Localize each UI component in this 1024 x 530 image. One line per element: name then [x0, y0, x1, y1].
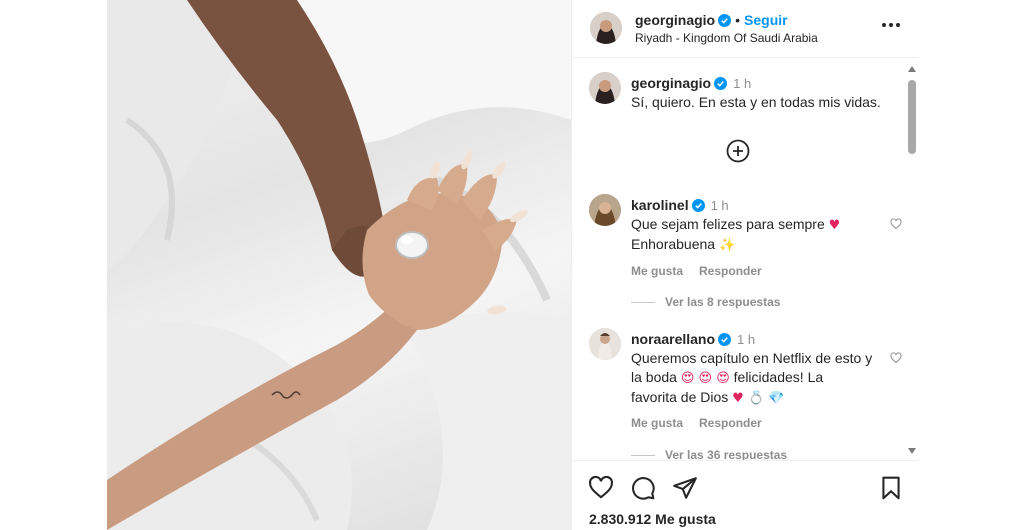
post-header: georginagio • Seguir Riyadh - Kingdom Of S… — [572, 0, 918, 58]
comment-reply-button[interactable]: Responder — [699, 264, 762, 278]
comment-text-line: Enhorabuena ✨ — [631, 235, 918, 255]
post-actions-bar: 2.830.912 Me gusta — [572, 460, 918, 530]
comment-heart-icon[interactable] — [890, 218, 902, 230]
caption-avatar-image — [589, 72, 621, 104]
comment-text: Enhorabuena — [631, 236, 716, 252]
comment-header: noraarellano 1 h — [631, 330, 918, 349]
scroll-up-arrow-icon[interactable] — [908, 66, 916, 72]
comment-header: karolinel 1 h — [631, 196, 918, 215]
follow-button[interactable]: Seguir — [744, 12, 788, 28]
verified-badge-icon — [718, 14, 732, 27]
heart-eyes-emojis: 😍 😍 😍 — [680, 371, 730, 386]
view-replies-button[interactable]: Ver las 36 respuestas — [631, 448, 787, 460]
comment-username[interactable]: noraarellano — [631, 331, 715, 347]
comment-avatar-image — [589, 328, 621, 360]
verified-badge-icon — [718, 333, 732, 346]
caption-header: georginagio 1 h — [631, 74, 918, 93]
comment-text-line: la boda 😍 😍 😍 felicidades! La — [631, 368, 918, 388]
scrollbar-thumb[interactable] — [908, 80, 916, 154]
comment-icon[interactable] — [630, 475, 656, 501]
post-location[interactable]: Riyadh - Kingdom Of Saudi Arabia — [635, 31, 818, 45]
more-options-icon[interactable] — [880, 18, 902, 32]
view-replies-button[interactable]: Ver las 8 respuestas — [631, 295, 780, 309]
comment-meta: Me gusta Responder — [631, 416, 918, 430]
comment-avatar-image — [589, 194, 621, 226]
comment-like-button[interactable]: Me gusta — [631, 264, 683, 278]
comment-noraarellano: noraarellano 1 h Queremos capítulo en Net… — [631, 330, 918, 430]
comment-username[interactable]: karolinel — [631, 197, 689, 213]
likes-count[interactable]: 2.830.912 Me gusta — [589, 511, 716, 527]
comments-section[interactable]: georginagio 1 h Sí, quiero. En esta y en … — [572, 58, 918, 460]
comment-text: Queremos capítulo en Netflix de esto y — [631, 350, 873, 366]
comment-text-line: favorita de Dios ♥ 💍 💎 — [631, 388, 918, 408]
comment-text: la boda — [631, 369, 677, 385]
post-details-panel: georginagio • Seguir Riyadh - Kingdom Of S… — [571, 0, 919, 530]
heart-icon[interactable] — [588, 475, 614, 501]
plus-circle-icon[interactable] — [726, 139, 750, 163]
bookmark-icon[interactable] — [878, 475, 904, 501]
post-photo — [107, 0, 571, 530]
comment-text: felicidades! La — [733, 369, 824, 385]
comment-avatar-karolinel[interactable] — [589, 194, 621, 226]
verified-badge-icon — [691, 199, 705, 212]
caption-text: Sí, quiero. En esta y en todas mis vidas… — [631, 94, 881, 110]
caption-time[interactable]: 1 h — [733, 76, 751, 91]
caption-username[interactable]: georginagio — [631, 75, 711, 91]
caption-avatar[interactable] — [589, 72, 621, 104]
comment-time[interactable]: 1 h — [737, 332, 755, 347]
header-title-row: georginagio • Seguir — [635, 12, 788, 30]
comment-text: favorita de Dios — [631, 389, 729, 405]
comment-text: Que sejam felizes para sempre — [631, 216, 825, 232]
author-avatar[interactable] — [590, 12, 622, 44]
comment-like-button[interactable]: Me gusta — [631, 416, 683, 430]
comment-avatar-noraarellano[interactable] — [589, 328, 621, 360]
heart-ring-gem-emojis: ♥ 💍 💎 — [732, 391, 785, 406]
comment-reply-button[interactable]: Responder — [699, 416, 762, 430]
verified-badge-icon — [714, 77, 728, 90]
post-photo-illustration — [107, 0, 571, 530]
scroll-down-arrow-icon[interactable] — [908, 448, 916, 454]
comments-scrollbar[interactable] — [905, 62, 919, 460]
author-avatar-image — [590, 12, 622, 44]
comment-karolinel: karolinel 1 h Que sejam felizes para semp… — [631, 196, 918, 278]
heart-emoji: ♥ — [828, 218, 841, 233]
comment-heart-icon[interactable] — [890, 352, 902, 364]
caption: georginagio 1 h Sí, quiero. En esta y en … — [631, 74, 918, 112]
comment-time[interactable]: 1 h — [711, 198, 729, 213]
separator-dot: • — [735, 12, 741, 28]
author-username[interactable]: georginagio — [635, 12, 715, 28]
comment-meta: Me gusta Responder — [631, 264, 918, 278]
comment-text-line: Que sejam felizes para sempre ♥ — [631, 215, 918, 235]
sparkles-emoji: ✨ — [718, 238, 736, 253]
share-icon[interactable] — [672, 475, 698, 501]
